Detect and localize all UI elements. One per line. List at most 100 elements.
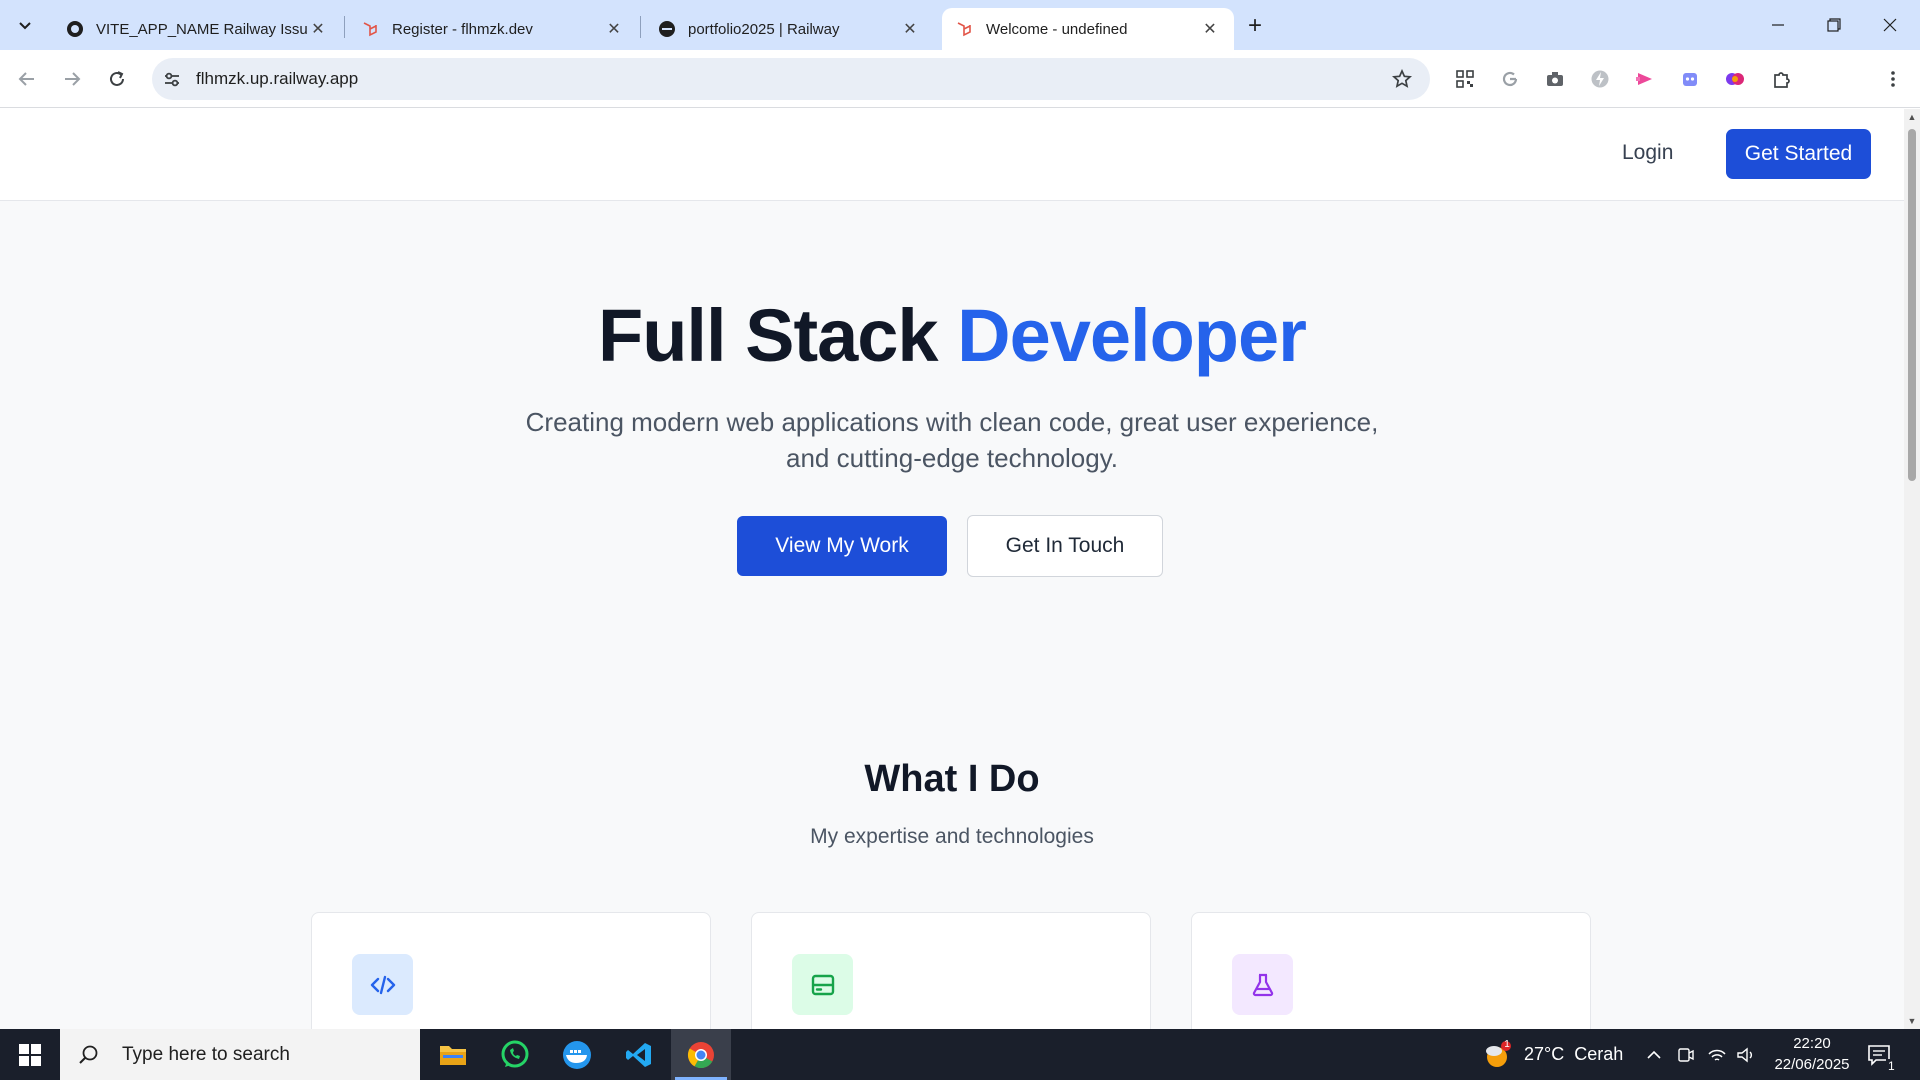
robot-extension-icon[interactable] bbox=[1678, 67, 1702, 91]
reload-icon bbox=[110, 71, 124, 86]
arrow-left-icon bbox=[18, 72, 34, 86]
web-page: Login Get Started Full Stack Developer C… bbox=[0, 109, 1904, 1029]
laravel-icon bbox=[956, 20, 974, 38]
service-card-testing bbox=[1191, 912, 1591, 1029]
service-card-frontend bbox=[311, 912, 711, 1029]
system-clock[interactable]: 22:20 22/06/2025 bbox=[1762, 1033, 1862, 1075]
tab-title: VITE_APP_NAME Railway Issue bbox=[96, 20, 308, 38]
code-icon bbox=[352, 954, 413, 1015]
vscode-icon bbox=[626, 1042, 651, 1067]
show-hidden-icons-button[interactable] bbox=[1646, 1029, 1662, 1080]
folder-icon bbox=[440, 1045, 466, 1065]
services-title: What I Do bbox=[864, 758, 1040, 800]
bookmark-star-icon[interactable] bbox=[1390, 67, 1414, 91]
taskbar-whatsapp[interactable] bbox=[485, 1029, 545, 1080]
weather-text: 27°C Cerah bbox=[1524, 1044, 1624, 1064]
hero-subtitle: Creating modern web applications with cl… bbox=[525, 407, 1379, 473]
taskbar: Type here to search 1 27°C Cerah 22:20 2… bbox=[0, 1029, 1920, 1080]
tab-title: Register - flhmzk.dev bbox=[392, 20, 533, 38]
whatsapp-icon bbox=[501, 1040, 529, 1067]
notification-count: 1 bbox=[1886, 1059, 1897, 1073]
get-started-button[interactable]: Get Started bbox=[1726, 129, 1871, 179]
arrow-right-icon bbox=[65, 72, 81, 86]
service-card-backend bbox=[751, 912, 1151, 1029]
reload-button[interactable] bbox=[100, 62, 134, 96]
speaker-icon bbox=[1737, 1047, 1752, 1062]
login-link[interactable]: Login bbox=[1622, 141, 1673, 165]
camera-icon[interactable] bbox=[1543, 67, 1567, 91]
bolt-icon[interactable] bbox=[1588, 67, 1612, 91]
windows-logo-icon bbox=[19, 1043, 41, 1066]
close-icon[interactable]: ✕ bbox=[1200, 19, 1220, 39]
tab-divider bbox=[344, 16, 345, 38]
flask-icon bbox=[1232, 954, 1293, 1015]
tab-strip: VITE_APP_NAME Railway Issue ✕ Register -… bbox=[0, 0, 1920, 50]
site-header: Login Get Started bbox=[0, 109, 1904, 201]
taskbar-search-box[interactable]: Type here to search bbox=[60, 1029, 420, 1080]
close-icon[interactable]: ✕ bbox=[604, 19, 624, 39]
taskbar-docker[interactable] bbox=[547, 1029, 607, 1080]
tab-welcome-active[interactable]: Welcome - undefined ✕ bbox=[942, 8, 1234, 50]
minimize-button[interactable] bbox=[1750, 0, 1806, 50]
more-menu-icon[interactable] bbox=[1881, 67, 1905, 91]
search-icon bbox=[76, 1042, 102, 1068]
minimize-icon bbox=[1772, 24, 1784, 26]
close-window-button[interactable] bbox=[1862, 0, 1918, 50]
tab-railway[interactable]: portfolio2025 | Railway ✕ bbox=[644, 8, 934, 50]
qr-code-icon[interactable] bbox=[1453, 67, 1477, 91]
laravel-icon bbox=[362, 20, 380, 38]
clock-date: 22/06/2025 bbox=[1774, 1056, 1850, 1073]
clock-time: 22:20 bbox=[1793, 1035, 1831, 1052]
tab-title: Welcome - undefined bbox=[986, 20, 1128, 38]
hero-title-main: Full Stack bbox=[598, 294, 958, 377]
address-bar[interactable]: flhmzk.up.railway.app bbox=[152, 58, 1430, 100]
wifi-icon bbox=[1708, 1049, 1726, 1061]
url-text[interactable]: flhmzk.up.railway.app bbox=[196, 69, 358, 89]
tab-divider bbox=[640, 16, 641, 38]
chevron-down-icon bbox=[19, 22, 31, 30]
restore-button[interactable] bbox=[1806, 0, 1862, 50]
chevron-up-icon bbox=[1647, 1050, 1661, 1059]
camera-tray-icon bbox=[1678, 1047, 1694, 1062]
brain-extension-icon[interactable] bbox=[1723, 67, 1747, 91]
scroll-down-arrow-icon[interactable]: ▼ bbox=[1907, 1016, 1917, 1026]
taskbar-vscode[interactable] bbox=[609, 1029, 669, 1080]
close-icon[interactable]: ✕ bbox=[308, 19, 328, 39]
services-subtitle: My expertise and technologies bbox=[810, 825, 1094, 848]
video-extension-icon[interactable] bbox=[1633, 67, 1657, 91]
network-status[interactable] bbox=[1707, 1029, 1727, 1080]
puzzle-extensions-icon[interactable] bbox=[1769, 67, 1793, 91]
chrome-icon bbox=[687, 1041, 714, 1068]
get-in-touch-button[interactable]: Get In Touch bbox=[967, 515, 1163, 577]
weather-alert-badge: 1 bbox=[1504, 1039, 1510, 1050]
scroll-up-arrow-icon[interactable]: ▲ bbox=[1907, 112, 1917, 122]
start-button[interactable] bbox=[0, 1029, 60, 1080]
notification-center-button[interactable]: 1 bbox=[1866, 1029, 1897, 1080]
docker-whale-icon bbox=[563, 1040, 591, 1069]
taskbar-chrome[interactable] bbox=[671, 1029, 731, 1080]
tab-register[interactable]: Register - flhmzk.dev ✕ bbox=[348, 8, 638, 50]
forward-button[interactable] bbox=[55, 62, 89, 96]
view-my-work-button[interactable]: View My Work bbox=[737, 516, 947, 576]
hero-title: Full Stack Developer bbox=[0, 293, 1904, 378]
new-tab-button[interactable]: + bbox=[1240, 11, 1270, 41]
close-icon[interactable]: ✕ bbox=[900, 19, 920, 39]
meet-now-button[interactable] bbox=[1677, 1029, 1695, 1080]
taskbar-file-explorer[interactable] bbox=[423, 1029, 483, 1080]
tab-search-button[interactable] bbox=[9, 9, 41, 41]
railway-icon bbox=[658, 20, 676, 38]
google-extension-icon[interactable] bbox=[1498, 67, 1522, 91]
tab-vite-issue[interactable]: VITE_APP_NAME Railway Issue ✕ bbox=[52, 8, 342, 50]
tab-title: portfolio2025 | Railway bbox=[688, 20, 840, 38]
back-button[interactable] bbox=[10, 62, 44, 96]
close-icon bbox=[1883, 18, 1897, 32]
server-icon bbox=[792, 954, 853, 1015]
scrollbar-thumb[interactable] bbox=[1908, 129, 1916, 481]
restore-icon bbox=[1827, 18, 1841, 32]
weather-widget[interactable]: 1 27°C Cerah bbox=[1482, 1029, 1623, 1080]
site-info-icon[interactable] bbox=[162, 69, 182, 89]
hero-title-accent: Developer bbox=[957, 294, 1307, 377]
volume-control[interactable] bbox=[1736, 1029, 1756, 1080]
page-scrollbar[interactable]: ▲ ▼ bbox=[1904, 109, 1920, 1029]
github-icon bbox=[66, 20, 84, 38]
